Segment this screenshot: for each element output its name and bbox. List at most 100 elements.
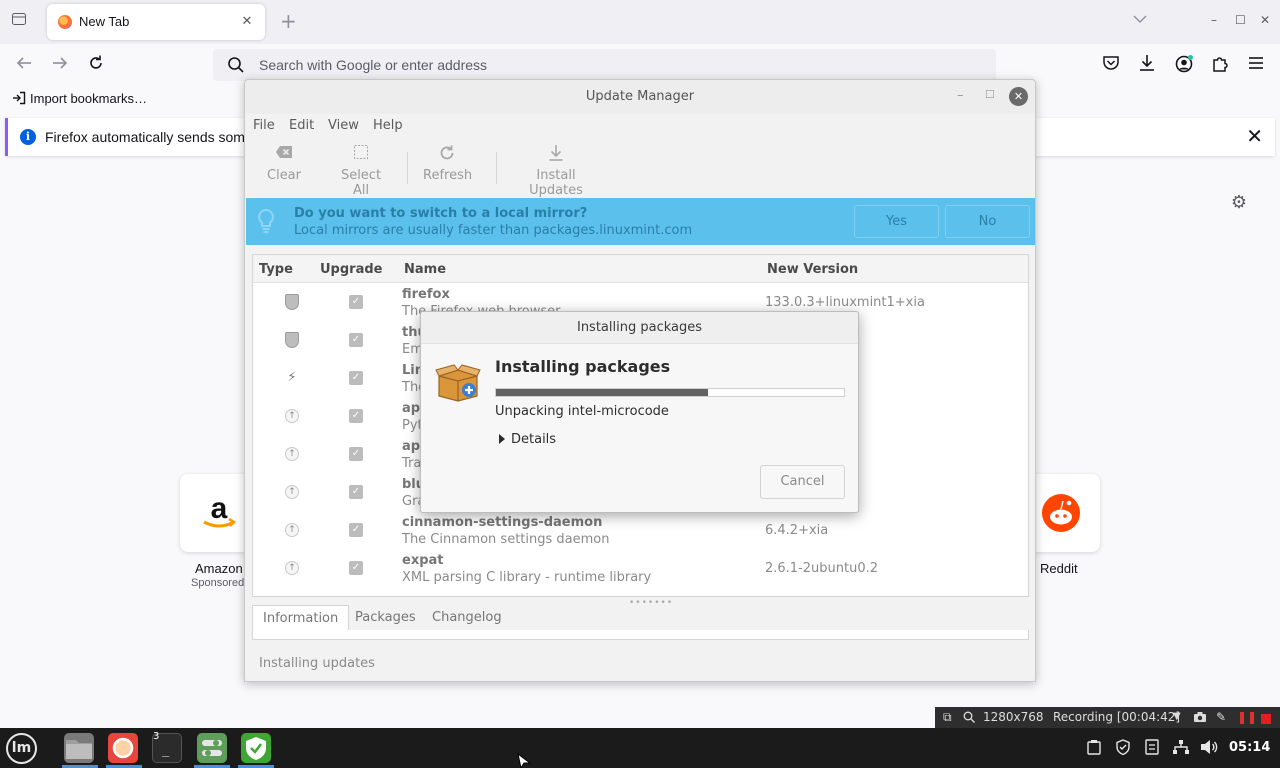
settings-app-icon[interactable]	[197, 733, 227, 763]
package-row[interactable]: ↑ ✓ expat XML parsing C library - runtime l…	[253, 550, 1028, 588]
tab-changelog[interactable]: Changelog	[422, 605, 512, 631]
menu-edit[interactable]: Edit	[289, 118, 314, 133]
tab-overflow-chevron-icon[interactable]	[1133, 13, 1147, 27]
upgrade-checkbox[interactable]: ✓	[349, 523, 363, 537]
shield-tray-icon[interactable]	[1115, 739, 1131, 759]
package-version: 133.0.3+linuxmint1+xia	[765, 295, 925, 310]
update-manager-app-icon[interactable]	[241, 733, 271, 763]
install-progress-bar	[495, 388, 845, 397]
mirror-subtext: Local mirrors are usually faster than pa…	[294, 223, 693, 238]
recorder-window-icon[interactable]: ⧉	[943, 710, 952, 725]
um-minimize-icon[interactable]: –	[957, 88, 964, 103]
tab-information[interactable]: Information	[252, 605, 350, 631]
account-icon[interactable]	[1173, 54, 1195, 76]
upgrade-checkbox[interactable]: ✓	[349, 371, 363, 385]
list-all-tabs-icon[interactable]	[8, 11, 30, 33]
column-type[interactable]: Type	[259, 262, 293, 277]
firefox-app-icon[interactable]	[108, 733, 138, 763]
cancel-button[interactable]: Cancel	[760, 465, 845, 499]
reload-icon[interactable]	[85, 54, 107, 76]
install-updates-button[interactable]: Install Updates	[511, 144, 601, 198]
dialog-heading: Installing packages	[495, 357, 671, 376]
column-name[interactable]: Name	[404, 262, 446, 277]
upgrade-checkbox[interactable]: ✓	[349, 409, 363, 423]
downloads-icon[interactable]	[1136, 54, 1158, 76]
clear-button[interactable]: Clear	[267, 144, 301, 183]
details-expander[interactable]: Details	[499, 432, 556, 447]
recorder-pencil-icon[interactable]: ✎	[1216, 710, 1226, 724]
menu-view[interactable]: View	[328, 118, 359, 133]
minimize-window-icon[interactable]: –	[1211, 13, 1217, 27]
recorder-dropdown-icon[interactable]: ▼	[1173, 711, 1181, 722]
new-tab-plus-icon[interactable]: +	[280, 11, 297, 31]
taskbar-clock[interactable]: 05:14	[1229, 740, 1270, 755]
close-tab-icon[interactable]: ✕	[237, 12, 257, 32]
package-description: XML parsing C library - runtime library	[402, 570, 652, 585]
notification-text: Firefox automatically sends some	[45, 129, 253, 145]
volume-tray-icon[interactable]	[1200, 739, 1218, 759]
recorder-camera-icon[interactable]	[1193, 710, 1207, 726]
package-row[interactable]: ↑ ✓ cinnamon-settings-daemon The Cinnamon s…	[253, 512, 1028, 550]
install-status-text: Unpacking intel-microcode	[495, 404, 669, 419]
maximize-window-icon[interactable]: ☐	[1235, 13, 1246, 27]
menu-file[interactable]: File	[253, 118, 275, 133]
um-menubar: File Edit View Help	[245, 114, 1035, 138]
notes-tray-icon[interactable]	[1145, 739, 1159, 759]
upgrade-checkbox[interactable]: ✓	[349, 333, 363, 347]
firefox-favicon-icon	[58, 15, 72, 29]
tab-title: New Tab	[79, 14, 130, 29]
network-tray-icon[interactable]	[1172, 739, 1190, 759]
back-arrow-icon[interactable]	[13, 54, 35, 76]
mirror-yes-button[interactable]: Yes	[854, 205, 939, 238]
package-description: Tra	[402, 456, 422, 471]
upgrade-checkbox[interactable]: ✓	[349, 295, 363, 309]
mint-menu-icon[interactable]: lm	[6, 733, 37, 764]
extensions-puzzle-icon[interactable]	[1209, 54, 1231, 76]
address-bar[interactable]	[213, 49, 996, 81]
local-mirror-infobar: Do you want to switch to a local mirror?…	[246, 198, 1035, 245]
toolbar-separator	[496, 152, 497, 184]
upgrade-checkbox[interactable]: ✓	[349, 561, 363, 575]
shortcut-amazon-label: Amazon	[195, 561, 243, 576]
svg-text:a: a	[211, 492, 228, 525]
package-box-icon	[435, 362, 481, 402]
screen-recorder-bar: ⧉ 1280x768 Recording [00:04:42] ▼ ✎ ❚❚	[935, 707, 1280, 728]
package-name: expat	[402, 553, 444, 568]
column-new-version[interactable]: New Version	[767, 262, 858, 277]
tab-packages[interactable]: Packages	[345, 605, 426, 631]
recorder-pause-icon[interactable]: ❚❚	[1237, 710, 1257, 724]
forward-arrow-icon[interactable]	[49, 54, 71, 76]
page-settings-gear-icon[interactable]: ⚙	[1229, 193, 1249, 213]
firefox-tabbar: New Tab ✕ + – ☐ ✕	[0, 0, 1280, 44]
upgrade-checkbox[interactable]: ✓	[349, 485, 363, 499]
package-version: 2.6.1-2ubuntu0.2	[765, 561, 879, 576]
url-input[interactable]	[259, 55, 959, 75]
um-close-icon[interactable]: ✕	[1009, 87, 1028, 106]
select-all-button[interactable]: Select All	[333, 144, 389, 198]
update-type-icon: ↑	[285, 485, 299, 499]
security-shield-icon	[285, 332, 299, 348]
hamburger-menu-icon[interactable]	[1245, 54, 1267, 76]
import-bookmarks-link[interactable]: Import bookmarks…	[12, 91, 147, 106]
mirror-no-button[interactable]: No	[945, 205, 1030, 238]
toolbar-separator	[407, 152, 408, 184]
close-window-icon[interactable]: ✕	[1260, 13, 1270, 27]
clear-label: Clear	[267, 168, 301, 183]
um-maximize-icon[interactable]: ☐	[985, 88, 995, 101]
package-description: The Cinnamon settings daemon	[402, 532, 610, 547]
refresh-button[interactable]: Refresh	[423, 144, 472, 183]
menu-help[interactable]: Help	[373, 118, 403, 133]
update-manager-titlebar[interactable]: Update Manager – ☐ ✕	[245, 80, 1035, 114]
close-notification-icon[interactable]: ✕	[1246, 126, 1263, 146]
import-bookmarks-label: Import bookmarks…	[30, 91, 148, 106]
upgrade-checkbox[interactable]: ✓	[349, 447, 363, 461]
clipboard-tray-icon[interactable]	[1087, 739, 1101, 759]
files-app-icon[interactable]	[64, 733, 94, 763]
update-type-icon: ↑	[285, 523, 299, 537]
column-upgrade[interactable]: Upgrade	[320, 262, 382, 277]
tab-new-tab[interactable]: New Tab ✕	[47, 4, 265, 40]
terminal-app-icon[interactable]: 3 _	[152, 731, 182, 763]
update-type-icon: ↑	[285, 447, 299, 461]
pocket-icon[interactable]	[1100, 54, 1122, 76]
recorder-zoom-icon[interactable]	[963, 710, 975, 726]
